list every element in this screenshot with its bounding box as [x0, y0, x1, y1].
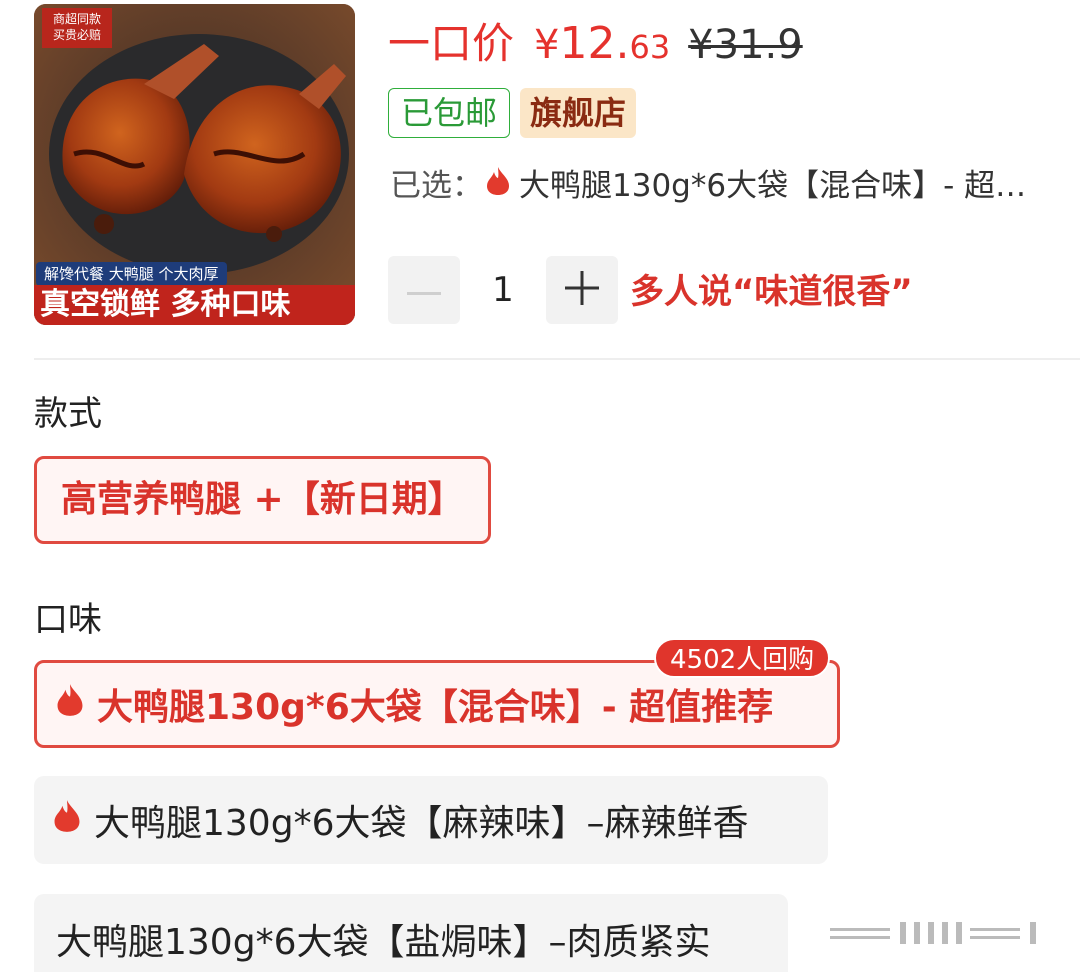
price-currency: ¥ — [534, 22, 560, 68]
minus-icon — [407, 281, 441, 300]
flame-icon — [485, 162, 511, 210]
decrease-button[interactable] — [388, 256, 460, 324]
flagship-store-tag: 旗舰店 — [520, 88, 637, 138]
flavor-option-salt-baked[interactable]: 大鸭腿130g*6大袋【盐焗味】–肉质紧实 — [34, 894, 788, 972]
product-image[interactable]: 商超同款 买贵必赔 解馋代餐 大鸭腿 个大肉厚 真空锁鲜 多种口味 — [34, 4, 355, 325]
selected-prefix: 已选： — [390, 168, 483, 204]
promo-corner-badge: 商超同款 买贵必赔 — [42, 8, 112, 48]
social-proof-text: 多人说“味道很香” — [630, 272, 913, 312]
free-shipping-tag: 已包邮 — [388, 88, 511, 138]
flavor-option-spicy[interactable]: 大鸭腿130g*6大袋【麻辣味】–麻辣鲜香 — [34, 776, 828, 864]
plus-icon — [565, 271, 599, 309]
flame-icon — [52, 799, 82, 842]
quantity-value[interactable]: 1 — [460, 270, 546, 310]
image-banner: 真空锁鲜 多种口味 — [34, 285, 355, 325]
image-sub-caption: 解馋代餐 大鸭腿 个大肉厚 — [36, 262, 227, 286]
price-label: 一口价 — [388, 19, 515, 68]
increase-button[interactable] — [546, 256, 618, 324]
flavor-option-label: 大鸭腿130g*6大袋【混合味】- 超值推荐 — [97, 687, 774, 728]
price-row: 一口价 ¥ 12. 63 ¥31.9 — [388, 10, 803, 70]
repurchase-badge: 4502人回购 — [654, 638, 831, 678]
original-price: ¥31.9 — [688, 22, 803, 68]
flavor-option-label: 大鸭腿130g*6大袋【麻辣味】–麻辣鲜香 — [94, 803, 749, 844]
flavor-section-title: 口味 — [34, 600, 102, 640]
price-integer: 12. — [559, 18, 630, 69]
flavor-option-label: 大鸭腿130g*6大袋【盐焗味】–肉质紧实 — [56, 922, 711, 963]
price-decimal: 63 — [629, 28, 671, 66]
sku-selector-page: 商超同款 买贵必赔 解馋代餐 大鸭腿 个大肉厚 真空锁鲜 多种口味 一口价 ¥ … — [0, 0, 1080, 972]
quantity-stepper: 1 — [388, 256, 618, 324]
style-section-title: 款式 — [34, 394, 102, 434]
divider — [34, 358, 1080, 360]
selected-summary: 已选： 大鸭腿130g*6大袋【混合味】- 超值推荐 — [390, 162, 1055, 210]
watermark-glyphs — [830, 922, 1036, 944]
flame-icon — [55, 683, 85, 726]
style-option-selected[interactable]: 高营养鸭腿 +【新日期】 — [34, 456, 491, 544]
selected-value: 大鸭腿130g*6大袋【混合味】- 超值推荐 — [519, 168, 1055, 204]
tag-row: 已包邮 旗舰店 — [388, 88, 637, 138]
